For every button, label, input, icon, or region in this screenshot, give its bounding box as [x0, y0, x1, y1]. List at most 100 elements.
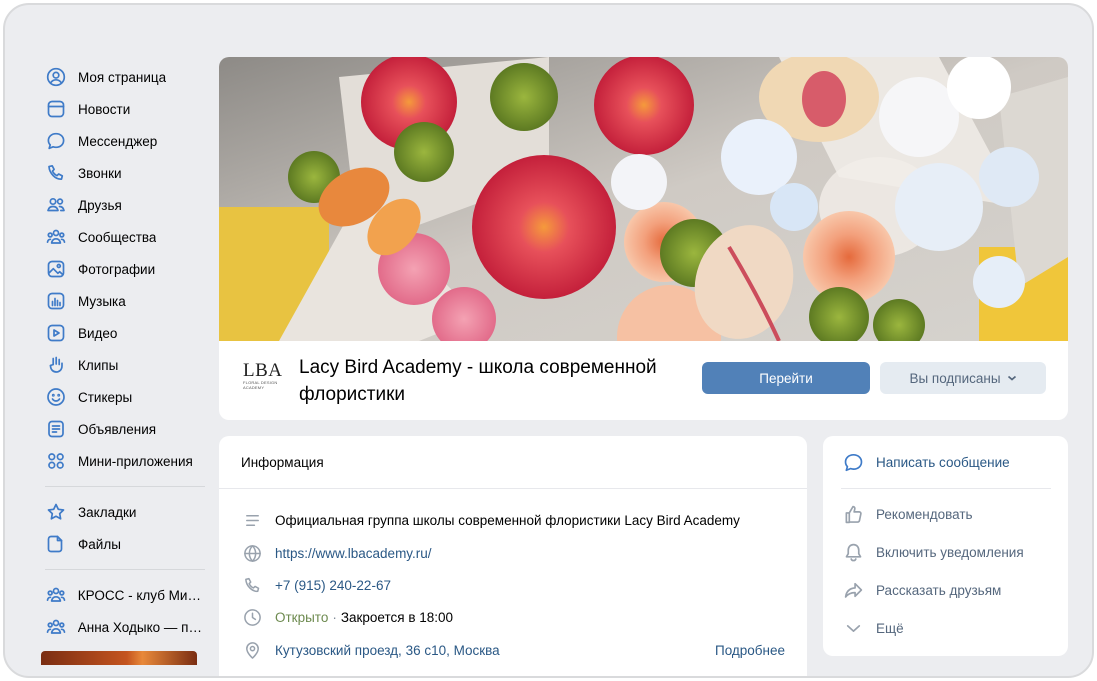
group-description: Официальная группа школы современной фло…: [275, 512, 740, 528]
chat-bubble-icon: [45, 130, 67, 152]
group-title-row: LBA FLORAL DESIGN ACADEMY Lacy Bird Acad…: [219, 341, 1068, 420]
sidebar-item-calls[interactable]: Звонки: [41, 157, 205, 189]
sidebar-item-classifieds[interactable]: Объявления: [41, 413, 205, 445]
sidebar-item-messenger[interactable]: Мессенджер: [41, 125, 205, 157]
sidebar-item-mini-apps[interactable]: Мини-приложения: [41, 445, 205, 477]
group-title: Lacy Bird Academy - школа современной фл…: [299, 357, 657, 405]
video-icon: [45, 322, 67, 344]
group-cover-image: [219, 57, 1068, 341]
info-phone-row: +7 (915) 240-22-67: [241, 574, 785, 596]
recommend-label: Рекомендовать: [876, 506, 973, 522]
music-icon: [45, 290, 67, 312]
star-icon: [45, 501, 67, 523]
sidebar-item-photos[interactable]: Фотографии: [41, 253, 205, 285]
communities-icon: [45, 616, 67, 638]
location-pin-icon: [241, 639, 263, 661]
subscribed-button-label: Вы подписаны: [909, 370, 1001, 386]
sidebar-item-music[interactable]: Музыка: [41, 285, 205, 317]
address-link[interactable]: Кутузовский проезд, 36 с10, Москва: [275, 643, 500, 658]
bell-icon: [841, 540, 865, 564]
info-card: Информация Официальная группа школы совр…: [219, 436, 807, 676]
enable-notifications-button[interactable]: Включить уведомления: [841, 540, 1056, 564]
sidebar-item-label: Моя страница: [78, 69, 167, 85]
communities-icon: [45, 584, 67, 606]
sidebar-item-label: Сообщества: [78, 229, 157, 245]
write-message-button[interactable]: Написать сообщение: [841, 450, 1056, 474]
sidebar-item-label: Фотографии: [78, 261, 156, 277]
thumbs-up-icon: [841, 502, 865, 526]
sidebar-item-label: Закладки: [78, 504, 137, 520]
apps-grid-icon: [45, 450, 67, 472]
sidebar-item-clips[interactable]: Клипы: [41, 349, 205, 381]
closing-time: Закроется в 18:00: [340, 609, 454, 625]
write-message-label: Написать сообщение: [876, 454, 1010, 470]
share-arrow-icon: [841, 578, 865, 602]
info-hours-row: Открыто · Закроется в 18:00: [241, 606, 785, 628]
sidebar-item-label: Музыка: [78, 293, 126, 309]
more-details-link[interactable]: Подробнее: [715, 643, 785, 658]
sidebar-item-label: Звонки: [78, 165, 122, 181]
separator-dot: ·: [332, 609, 337, 625]
file-icon: [45, 533, 67, 555]
sidebar-banner-image[interactable]: [41, 651, 197, 665]
chevron-down-icon: [841, 616, 865, 640]
more-actions-button[interactable]: Ещё: [841, 616, 1056, 640]
more-label: Ещё: [876, 620, 904, 636]
clock-icon: [241, 606, 263, 628]
sidebar-item-bookmarks[interactable]: Закладки: [41, 496, 205, 528]
actions-card: Написать сообщение Рекомендовать Включит…: [823, 436, 1068, 656]
phone-icon: [45, 162, 67, 184]
go-button[interactable]: Перейти: [702, 362, 870, 394]
sidebar-item-label: Видео: [78, 325, 118, 341]
phone-link[interactable]: +7 (915) 240-22-67: [275, 578, 391, 593]
sidebar-divider: [45, 486, 205, 487]
communities-icon: [45, 226, 67, 248]
website-link[interactable]: https://www.lbacademy.ru/: [275, 546, 432, 561]
user-circle-icon: [45, 66, 67, 88]
sidebar-item-group-anna[interactable]: Анна Ходыко — пс...: [41, 611, 205, 643]
chat-bubble-icon: [841, 450, 865, 474]
globe-icon: [241, 542, 263, 564]
sidebar-item-news[interactable]: Новости: [41, 93, 205, 125]
classifieds-icon: [45, 418, 67, 440]
sidebar-item-label: Файлы: [78, 536, 121, 552]
sidebar-item-label: Мини-приложения: [78, 453, 193, 469]
friends-icon: [45, 194, 67, 216]
sidebar-divider: [45, 569, 205, 570]
info-card-title: Информация: [219, 436, 807, 489]
left-sidebar: Моя страница Новости Мессенджер Звонки Д…: [41, 61, 205, 665]
phone-icon: [241, 574, 263, 596]
group-logo[interactable]: LBA FLORAL DESIGN ACADEMY: [243, 361, 283, 397]
logo-text: LBA: [243, 360, 283, 381]
sidebar-item-video[interactable]: Видео: [41, 317, 205, 349]
sidebar-item-communities[interactable]: Сообщества: [41, 221, 205, 253]
sidebar-item-label: КРОСС - клуб Мин...: [77, 587, 205, 603]
chevron-down-icon: [1007, 375, 1016, 381]
sidebar-item-label: Анна Ходыко — пс...: [77, 619, 205, 635]
browser-frame: Моя страница Новости Мессенджер Звонки Д…: [3, 3, 1094, 678]
subscribed-button[interactable]: Вы подписаны: [880, 362, 1046, 394]
sidebar-item-label: Новости: [78, 101, 131, 117]
clips-icon: [45, 354, 67, 376]
sticker-icon: [45, 386, 67, 408]
sidebar-item-group-kross[interactable]: КРОСС - клуб Мин...: [41, 579, 205, 611]
news-icon: [45, 98, 67, 120]
sidebar-item-label: Стикеры: [78, 389, 133, 405]
share-button[interactable]: Рассказать друзьям: [841, 578, 1056, 602]
group-header-card: LBA FLORAL DESIGN ACADEMY Lacy Bird Acad…: [219, 57, 1068, 420]
sidebar-item-label: Мессенджер: [78, 133, 158, 149]
open-status: Открыто: [275, 609, 329, 625]
actions-divider: [841, 488, 1051, 489]
sidebar-item-files[interactable]: Файлы: [41, 528, 205, 560]
sidebar-item-friends[interactable]: Друзья: [41, 189, 205, 221]
enable-notifications-label: Включить уведомления: [876, 544, 1024, 560]
sidebar-item-stickers[interactable]: Стикеры: [41, 381, 205, 413]
info-description-row: Официальная группа школы современной фло…: [241, 509, 785, 531]
photo-icon: [45, 258, 67, 280]
recommend-button[interactable]: Рекомендовать: [841, 502, 1056, 526]
info-address-row: Кутузовский проезд, 36 с10, Москва Подро…: [241, 639, 785, 661]
sidebar-item-label: Клипы: [78, 357, 119, 373]
info-website-row: https://www.lbacademy.ru/: [241, 542, 785, 564]
sidebar-item-my-page[interactable]: Моя страница: [41, 61, 205, 93]
share-label: Рассказать друзьям: [876, 582, 1002, 598]
